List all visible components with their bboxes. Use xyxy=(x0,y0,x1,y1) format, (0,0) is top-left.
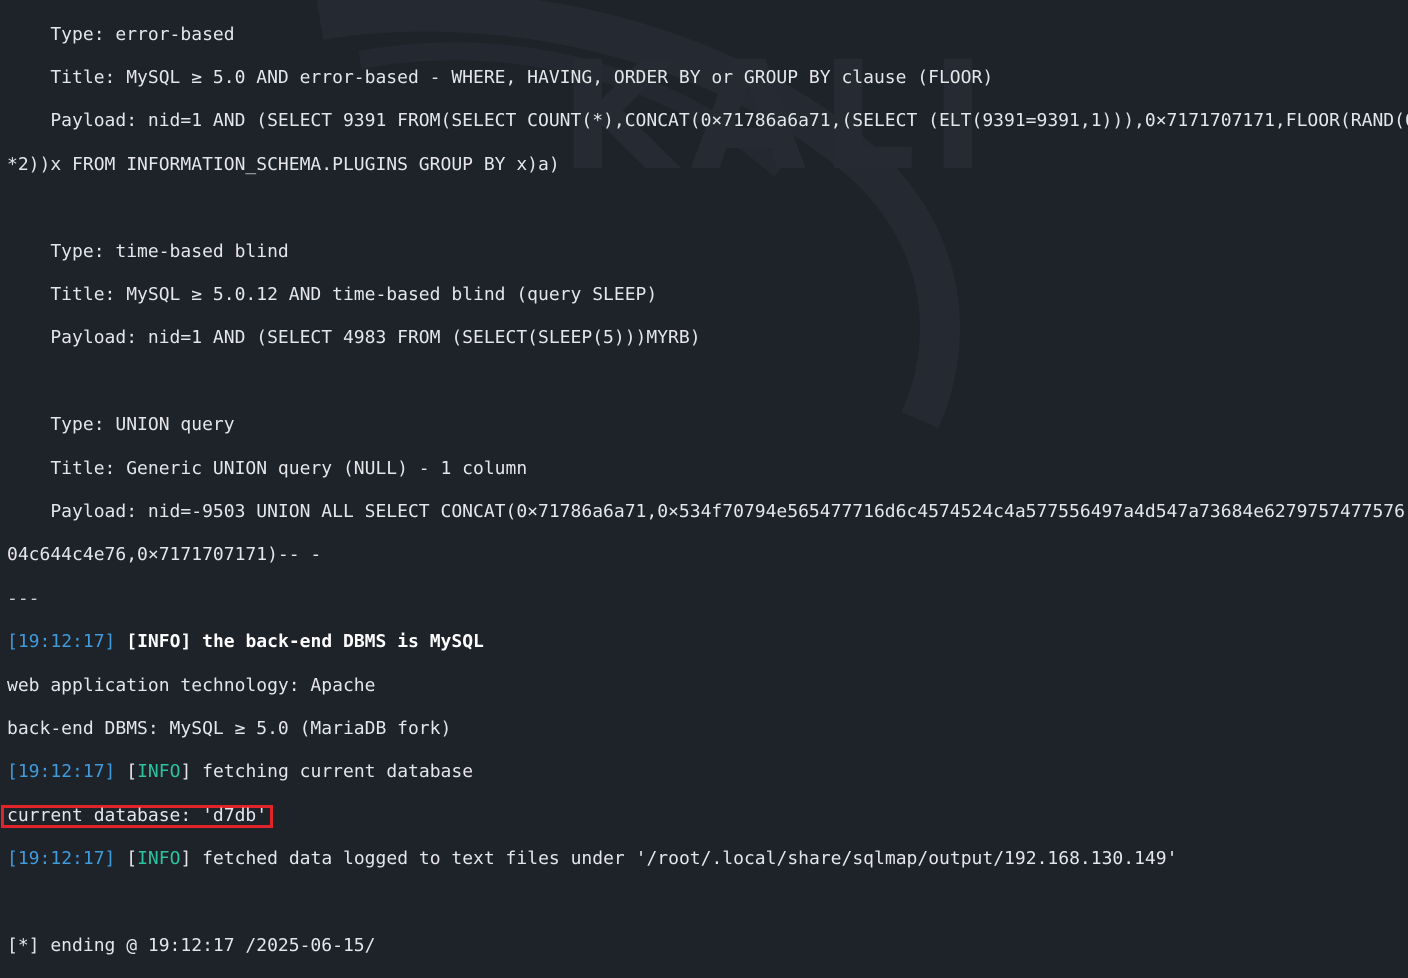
terminal-output[interactable]: Type: error-based Title: MySQL ≥ 5.0 AND… xyxy=(0,0,1408,978)
payload-continuation-line: 04c644c4e76,0×7171707171)-- - xyxy=(7,544,322,566)
log-message: fetching current database xyxy=(202,761,474,783)
log-message: fetched data logged to text files under … xyxy=(202,848,1178,870)
log-line-logged: [19:12:17] [INFO] fetched data logged to… xyxy=(7,848,1178,870)
payload-title-line: Title: MySQL ≥ 5.0 AND error-based - WHE… xyxy=(7,67,994,89)
log-level: INFO xyxy=(137,761,181,783)
log-line-dbms: [19:12:17] [INFO] the back-end DBMS is M… xyxy=(7,631,484,653)
current-database-line: current database: 'd7db' xyxy=(1,804,1408,828)
log-level: INFO xyxy=(137,631,181,653)
payload-line: Payload: nid=-9503 UNION ALL SELECT CONC… xyxy=(7,501,1405,522)
log-message: the back-end DBMS is MySQL xyxy=(202,631,484,653)
payload-type-line: Type: time-based blind xyxy=(7,240,289,262)
log-timestamp: 19:12:17 xyxy=(17,631,105,653)
payload-title-line: Title: Generic UNION query (NULL) - 1 co… xyxy=(7,457,528,479)
ending-line: [*] ending @ 19:12:17 /2025-06-15/ xyxy=(7,934,376,956)
backend-dbms-line: back-end DBMS: MySQL ≥ 5.0 (MariaDB fork… xyxy=(7,717,452,739)
current-database-highlight: current database: 'd7db' xyxy=(1,804,274,828)
payload-line: Payload: nid=1 AND (SELECT 4983 FROM (SE… xyxy=(7,327,701,349)
log-timestamp: 19:12:17 xyxy=(17,848,105,870)
payload-title-line: Title: MySQL ≥ 5.0.12 AND time-based bli… xyxy=(7,284,658,306)
separator-line: --- xyxy=(7,587,40,609)
payload-continuation-line: *2))x FROM INFORMATION_SCHEMA.PLUGINS GR… xyxy=(7,153,560,175)
web-tech-line: web application technology: Apache xyxy=(7,674,376,696)
payload-line: Payload: nid=1 AND (SELECT 9391 FROM(SEL… xyxy=(7,110,1408,132)
payload-type-line: Type: UNION query xyxy=(7,414,235,436)
log-level: INFO xyxy=(137,848,181,870)
payload-type-line: Type: error-based xyxy=(7,23,235,45)
log-timestamp: 19:12:17 xyxy=(17,761,105,783)
log-line-fetching: [19:12:17] [INFO] fetching current datab… xyxy=(7,761,474,783)
